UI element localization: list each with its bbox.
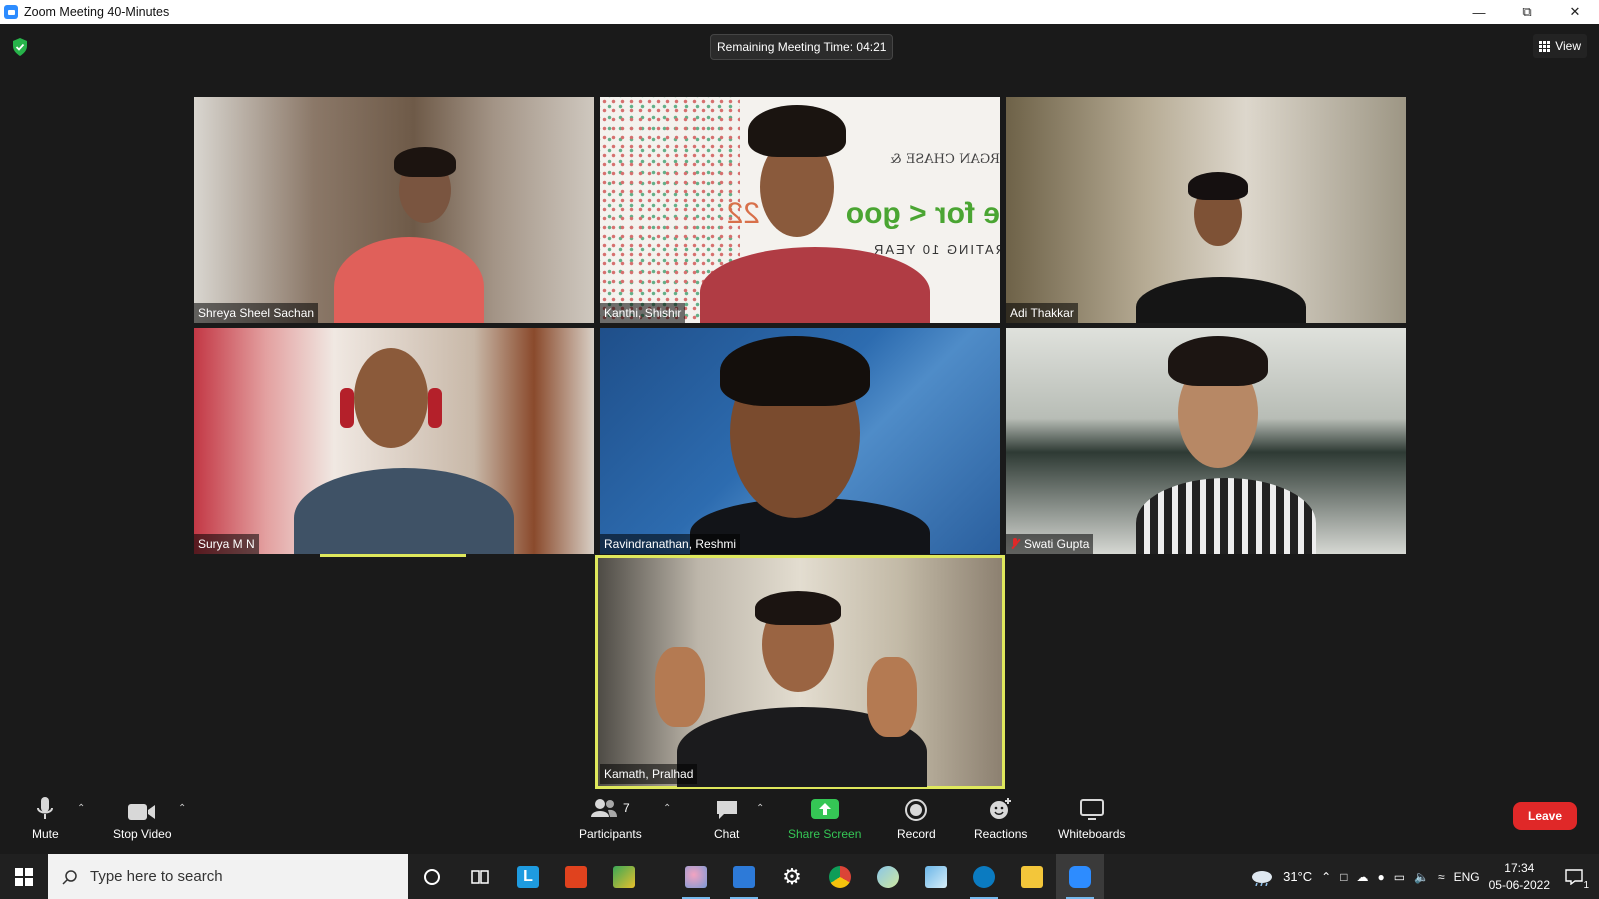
minimize-button[interactable]: — xyxy=(1455,0,1503,24)
video-tile[interactable]: Surya M N xyxy=(194,328,594,554)
participants-button[interactable]: 7 Participants xyxy=(579,795,642,841)
remaining-time-banner: Remaining Meeting Time: 04:21 xyxy=(710,34,894,60)
chrome-icon[interactable] xyxy=(816,854,864,899)
battery-icon[interactable]: ▭ xyxy=(1394,870,1405,884)
whiteboard-icon xyxy=(1079,799,1104,820)
chart-app-icon[interactable] xyxy=(600,854,648,899)
participant-name: Kamath, Pralhad xyxy=(600,764,698,784)
app-l-icon[interactable]: L xyxy=(504,854,552,899)
participant-name: Swati Gupta xyxy=(1006,534,1094,554)
view-button[interactable]: View xyxy=(1533,34,1587,58)
stop-video-button[interactable]: Stop Video xyxy=(113,795,172,841)
show-hidden-icons-chevron-icon[interactable]: ⌃ xyxy=(1321,870,1331,884)
video-tile[interactable]: RGAN CHASE & e for < goo 22 RATING 10 YE… xyxy=(600,97,1000,323)
search-placeholder: Type here to search xyxy=(90,868,223,885)
video-tile[interactable]: Ravindranathan, Reshmi xyxy=(600,328,1000,554)
notes-app-icon[interactable] xyxy=(912,854,960,899)
search-icon xyxy=(62,869,77,885)
participant-name: Adi Thakkar xyxy=(1006,303,1078,323)
system-tray: 31°C ⌃ □ ☁ ● ▭ 🔈 ≈ ENG 17:34 05-06-2022 … xyxy=(1250,854,1599,899)
audio-activity-bar xyxy=(320,554,466,557)
participant-name: Ravindranathan, Reshmi xyxy=(600,534,741,554)
notifications-icon[interactable]: 1 xyxy=(1559,868,1589,891)
cortana-icon[interactable] xyxy=(408,854,456,899)
participant-name: Shreya Sheel Sachan xyxy=(194,303,319,323)
video-tile[interactable]: Shreya Sheel Sachan xyxy=(194,97,594,323)
encryption-shield-icon[interactable] xyxy=(12,38,28,56)
weather-cloud-icon[interactable] xyxy=(1250,868,1274,886)
webex-icon[interactable] xyxy=(960,854,1008,899)
onedrive-icon[interactable]: ☁ xyxy=(1356,870,1368,884)
participants-count: 7 xyxy=(623,801,630,815)
video-camera-icon xyxy=(128,804,156,820)
tray-microphone-icon[interactable]: ● xyxy=(1377,870,1384,884)
leave-button[interactable]: Leave xyxy=(1513,802,1577,830)
share-screen-icon xyxy=(810,799,839,819)
participant-name: Surya M N xyxy=(194,534,259,554)
close-button[interactable]: ✕ xyxy=(1551,0,1599,24)
backdrop-text: 22 xyxy=(726,197,760,230)
title-bar: Zoom Meeting 40-Minutes — ⧉ ✕ xyxy=(0,0,1599,24)
weather-temperature[interactable]: 31°C xyxy=(1283,869,1312,884)
window-title: Zoom Meeting 40-Minutes xyxy=(24,5,170,19)
zoom-app-icon xyxy=(4,5,18,19)
participant-name: Kanthi, Shishir xyxy=(600,303,686,323)
reactions-button[interactable]: Reactions xyxy=(974,795,1027,841)
chat-button[interactable]: Chat xyxy=(714,795,739,841)
microphone-icon xyxy=(37,797,54,819)
mute-button[interactable]: Mute xyxy=(32,795,59,841)
video-tile[interactable]: Swati Gupta xyxy=(1006,328,1406,554)
chat-icon xyxy=(716,801,737,819)
view-label: View xyxy=(1555,39,1581,53)
record-icon xyxy=(905,799,928,821)
backdrop-text: e for < goo xyxy=(845,197,1000,230)
office-icon[interactable] xyxy=(552,854,600,899)
audio-options-caret-icon[interactable]: ⌃ xyxy=(77,803,85,814)
video-options-caret-icon[interactable]: ⌃ xyxy=(178,803,186,814)
muted-mic-icon xyxy=(1010,538,1020,550)
participants-options-caret-icon[interactable]: ⌃ xyxy=(663,803,671,814)
paint-icon[interactable] xyxy=(672,854,720,899)
whiteboards-button[interactable]: Whiteboards xyxy=(1058,795,1125,841)
task-view-icon[interactable] xyxy=(456,854,504,899)
windows-logo-icon xyxy=(15,867,33,886)
start-button[interactable] xyxy=(0,854,48,899)
share-screen-button[interactable]: Share Screen xyxy=(788,795,861,841)
volume-icon[interactable]: 🔈 xyxy=(1414,870,1429,884)
settings-gear-icon[interactable]: ⚙ xyxy=(768,854,816,899)
meeting-area: Remaining Meeting Time: 04:21 View Shrey… xyxy=(0,24,1599,789)
windows-taskbar: Type here to search L ⚙ 31°C ⌃ □ ☁ ● ▭ 🔈… xyxy=(0,854,1599,899)
wifi-icon[interactable]: ≈ xyxy=(1438,870,1445,884)
restore-button[interactable]: ⧉ xyxy=(1503,0,1551,24)
browser-icon[interactable] xyxy=(864,854,912,899)
clock[interactable]: 17:34 05-06-2022 xyxy=(1489,860,1550,894)
video-tile[interactable]: Adi Thakkar xyxy=(1006,97,1406,323)
file-explorer-icon[interactable] xyxy=(1008,854,1056,899)
taskbar-search-box[interactable]: Type here to search xyxy=(48,854,408,899)
photos-icon[interactable] xyxy=(720,854,768,899)
record-button[interactable]: Record xyxy=(897,795,936,841)
notification-count: 1 xyxy=(1583,879,1589,891)
zoom-taskbar-icon[interactable] xyxy=(1056,854,1104,899)
grid-view-icon xyxy=(1539,40,1551,52)
participants-icon xyxy=(591,799,617,817)
video-tile-active-speaker[interactable]: Kamath, Pralhad xyxy=(595,555,1005,789)
backdrop-text: RGAN CHASE & xyxy=(890,152,1000,167)
language-indicator[interactable]: ENG xyxy=(1454,870,1480,884)
meet-now-icon[interactable]: □ xyxy=(1340,870,1347,884)
chat-options-caret-icon[interactable]: ⌃ xyxy=(756,803,764,814)
meeting-toolbar: Mute ⌃ Stop Video ⌃ 7 Participants ⌃ Cha… xyxy=(0,789,1599,854)
smiley-icon xyxy=(989,798,1011,819)
